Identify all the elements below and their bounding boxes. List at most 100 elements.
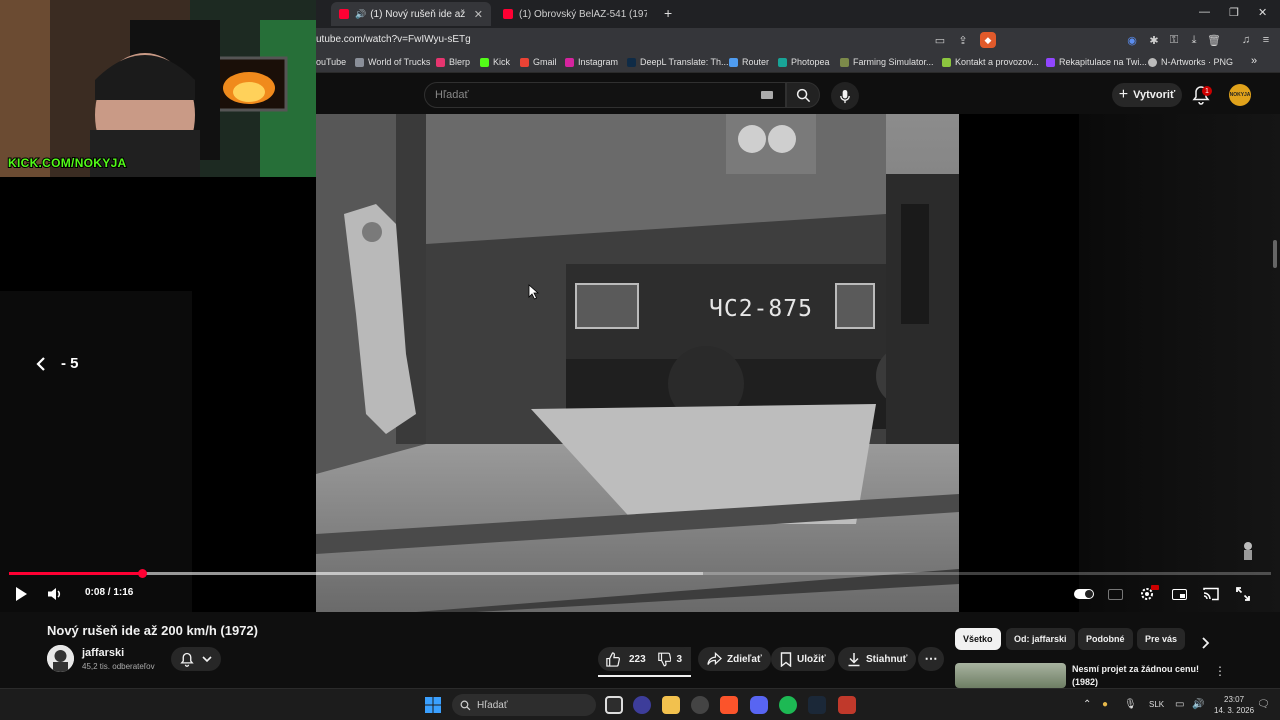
- taskbar-search-input[interactable]: Hľadať: [452, 694, 596, 716]
- brave-shield-icon[interactable]: ◆: [980, 32, 996, 48]
- chip-related[interactable]: Podobné: [1078, 628, 1133, 650]
- new-tab-button[interactable]: +: [664, 5, 672, 21]
- like-count: 223: [629, 653, 646, 665]
- channel-name[interactable]: jaffarski: [82, 647, 124, 659]
- cast-button[interactable]: [1202, 585, 1220, 603]
- keyboard-language[interactable]: SLK: [1149, 700, 1164, 709]
- video-player[interactable]: ЧС2-875: [0, 114, 1280, 612]
- bookmark-item[interactable]: Rekapitulace na Twi...: [1046, 57, 1147, 67]
- tab-active-video[interactable]: 🔊 (1) Nový rušeň ide až 200 km/h (1972) …: [331, 2, 491, 26]
- dislike-button[interactable]: 3: [653, 647, 691, 671]
- tab-belaz-video[interactable]: (1) Obrovský BelAZ-541 (1971) - YouTube: [495, 2, 655, 26]
- settings-button[interactable]: [1138, 585, 1159, 603]
- account-avatar[interactable]: NOKYJA: [1229, 84, 1251, 106]
- bookmark-item[interactable]: Router: [729, 57, 769, 67]
- bookmark-item[interactable]: Farming Simulator...: [840, 57, 934, 67]
- bookmark-label: Farming Simulator...: [853, 57, 934, 67]
- volume-icon[interactable]: 🔊: [1192, 699, 1204, 710]
- mute-button[interactable]: [46, 585, 64, 603]
- chevron-right-icon[interactable]: [1201, 637, 1210, 649]
- voice-search-button[interactable]: [831, 82, 859, 110]
- maximize-window-button[interactable]: ❐: [1229, 6, 1239, 19]
- bookmark-item[interactable]: Blerp: [436, 57, 470, 67]
- speaker-icon[interactable]: 🔊: [355, 9, 366, 20]
- youtube-favicon-icon: [503, 9, 513, 19]
- close-tab-icon[interactable]: ✕: [474, 8, 483, 21]
- recommendation-title[interactable]: Nesmí projet za žádnou cenu! (1982): [1072, 663, 1212, 689]
- fullscreen-button[interactable]: [1234, 585, 1252, 603]
- bookmark-item[interactable]: Instagram: [565, 57, 618, 67]
- share-arrow-icon: [707, 652, 722, 666]
- brave-browser-icon[interactable]: [720, 696, 738, 714]
- bookmark-item[interactable]: Photopea: [778, 57, 830, 67]
- task-view-icon[interactable]: [605, 696, 623, 714]
- bookmark-item[interactable]: World of Trucks: [355, 57, 430, 67]
- chip-from-channel[interactable]: Od: jaffarski: [1006, 628, 1075, 650]
- tray-microphone-icon[interactable]: 🎙: [1124, 699, 1137, 710]
- reader-mode-icon[interactable]: ◉: [1124, 32, 1140, 48]
- more-dots-icon: ⋯: [924, 651, 938, 666]
- bookmark-item[interactable]: DeepL Translate: Th...: [627, 57, 729, 67]
- locomotive-number-plate: ЧС2-875: [709, 296, 813, 322]
- volume-icon: [48, 588, 61, 600]
- farming-simulator-icon: [840, 57, 849, 67]
- spotify-icon[interactable]: [779, 696, 797, 714]
- truck-icon: [355, 57, 364, 67]
- play-button[interactable]: [12, 585, 30, 603]
- mouse-cursor-icon: [528, 284, 539, 300]
- close-window-button[interactable]: ✕: [1258, 6, 1267, 19]
- bookmark-item[interactable]: N-Artworks · PNG: [1148, 57, 1233, 67]
- search-input[interactable]: Hľadať: [424, 82, 786, 108]
- download-button[interactable]: Stiahnuť: [838, 647, 917, 671]
- subtitles-button[interactable]: [1106, 585, 1124, 603]
- search-button[interactable]: [786, 82, 820, 108]
- save-button[interactable]: Uložiť: [771, 647, 835, 671]
- fullscreen-icon: [1236, 587, 1250, 601]
- miniplayer-button[interactable]: [1170, 585, 1188, 603]
- media-controls-icon[interactable]: ♫: [1238, 32, 1254, 48]
- menu-icon[interactable]: ≡: [1258, 32, 1274, 48]
- system-clock[interactable]: 23:07 14. 3. 2026: [1214, 694, 1254, 716]
- app-icon[interactable]: [691, 696, 709, 714]
- install-app-icon[interactable]: ▭: [932, 32, 948, 48]
- recommendation-thumbnail[interactable]: [955, 663, 1066, 688]
- minimize-window-button[interactable]: —: [1199, 6, 1210, 18]
- bookmark-label: Photopea: [791, 57, 830, 67]
- windows-start-icon[interactable]: [425, 697, 441, 713]
- subscription-button[interactable]: [171, 647, 221, 671]
- autoplay-toggle[interactable]: [1073, 585, 1095, 603]
- more-bookmarks-icon[interactable]: »: [1251, 55, 1257, 67]
- create-button[interactable]: + Vytvoriť: [1112, 83, 1182, 107]
- share-icon[interactable]: ⇪: [955, 32, 971, 48]
- more-actions-button[interactable]: ⋯: [918, 647, 944, 671]
- bookmark-item[interactable]: Gmail: [520, 57, 557, 67]
- video-frame[interactable]: ЧС2-875: [316, 114, 959, 612]
- share-button[interactable]: Zdieľať: [698, 647, 771, 671]
- player-side-panel: [0, 291, 192, 612]
- file-explorer-icon[interactable]: [662, 696, 680, 714]
- discord-icon[interactable]: [750, 696, 768, 714]
- tray-chevron-up-icon[interactable]: ⌃: [1083, 699, 1091, 710]
- chip-for-you[interactable]: Pre vás: [1137, 628, 1186, 650]
- url-field[interactable]: utube.com/watch?v=FwIWyu-sETg: [316, 34, 471, 45]
- streamer-webcam: KICK.COM/NOKYJA: [0, 0, 316, 177]
- keyboard-icon[interactable]: [761, 91, 773, 99]
- app-icon[interactable]: [633, 696, 651, 714]
- trash-icon[interactable]: 🗑: [1206, 32, 1222, 48]
- chip-all[interactable]: Všetko: [955, 628, 1001, 650]
- extensions-icon[interactable]: ✱: [1146, 32, 1162, 48]
- page-scrollbar[interactable]: [1273, 240, 1277, 268]
- password-key-icon[interactable]: ⚿: [1166, 32, 1182, 48]
- progress-scrubber[interactable]: [137, 569, 147, 578]
- bookmark-item[interactable]: ouTube: [316, 57, 346, 67]
- bookmark-item[interactable]: Kick: [480, 57, 510, 67]
- app-icon[interactable]: [838, 696, 856, 714]
- download-icon[interactable]: ⤓: [1186, 32, 1202, 48]
- notification-center-icon[interactable]: 🗨: [1257, 699, 1270, 710]
- channel-avatar[interactable]: [47, 645, 74, 672]
- recommendation-menu-icon[interactable]: ⋮: [1214, 664, 1226, 678]
- network-icon[interactable]: ▭: [1175, 699, 1184, 710]
- steam-icon[interactable]: [808, 696, 826, 714]
- tray-app-icon[interactable]: ●: [1102, 699, 1108, 710]
- bookmark-item[interactable]: Kontakt a provozov...: [942, 57, 1039, 67]
